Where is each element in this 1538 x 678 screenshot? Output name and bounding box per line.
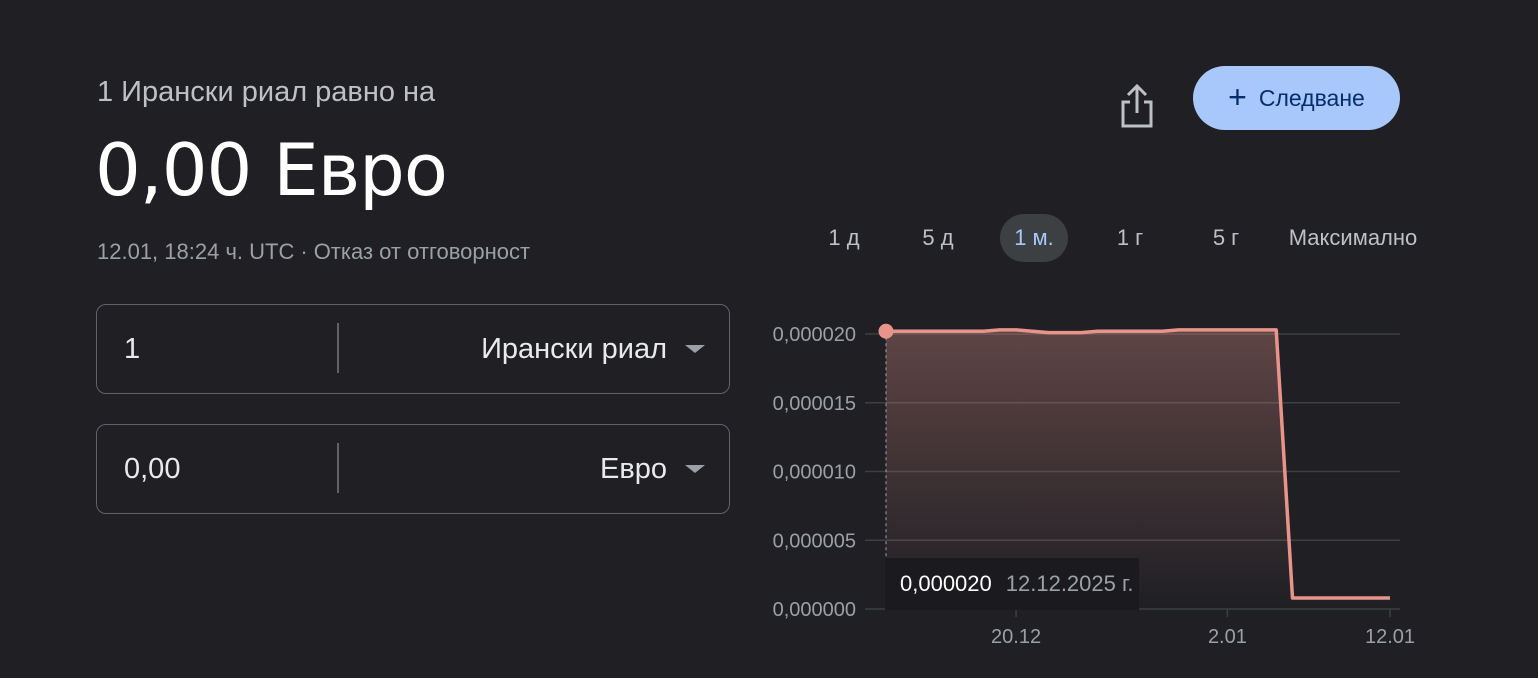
tooltip-value: 0,000020 [900,571,992,596]
exchange-rate-chart: 0,000020 0,000015 0,000010 0,000005 0,000000… [773,323,1415,648]
tooltip-date: 12.12.2025 г. [1005,571,1134,596]
y-tick-label: 0,000010 [773,462,856,484]
y-tick-label: 0,000005 [773,530,856,552]
y-tick-label: 0,000000 [773,599,856,621]
y-tick-label: 0,000020 [773,324,856,346]
chart-tooltip: 0,000020 12.12.2025 г. [885,558,1139,610]
hover-point [878,323,894,339]
x-tick-label: 12.01 [1365,626,1415,648]
x-tick-label: 2.01 [1208,626,1247,648]
x-tick-label: 20.12 [991,626,1041,648]
y-tick-label: 0,000015 [773,393,856,415]
